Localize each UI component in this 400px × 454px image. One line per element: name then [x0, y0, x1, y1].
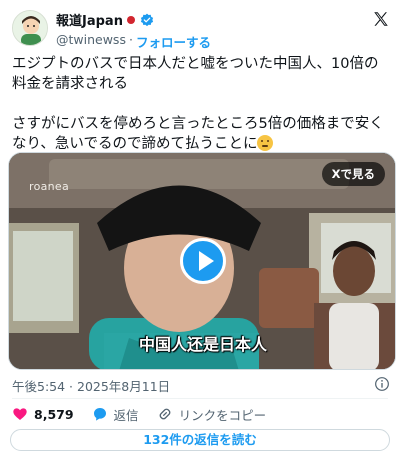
like-button[interactable]: 8,579 [12, 406, 74, 422]
reply-bubble-icon [93, 408, 106, 421]
copy-link-button[interactable]: リンクをコピー [157, 405, 267, 424]
read-replies-button[interactable]: 132件の返信を読む [10, 429, 390, 451]
play-button-icon[interactable] [180, 238, 226, 284]
tweet-actions: 8,579 返信 リンクをコピー [12, 404, 284, 424]
thinking-face-emoji-icon [257, 135, 274, 151]
reply-label: 返信 [113, 407, 139, 423]
author-block: 報道Japan @twinewss · フォローする [56, 10, 211, 51]
tweet-paragraph-2-text: さすがにバスを停めろと言ったところ5倍の価格まで安くなり、急いでるので諦めて払う… [12, 116, 384, 152]
handle-row: @twinewss · フォローする [56, 32, 211, 51]
handle[interactable]: @twinewss [56, 32, 126, 51]
tweet-text: エジプトのバスで日本人だと嘘をついた中国人、10倍の料金を請求される さすがにバ… [12, 54, 392, 154]
follow-button[interactable]: フォローする [136, 32, 211, 51]
like-count: 8,579 [34, 406, 74, 422]
x-logo-icon[interactable] [372, 10, 390, 28]
view-on-x-button[interactable]: Xで見る [321, 162, 385, 186]
video-subtitle: 中国人还是日本人 [139, 335, 268, 354]
display-name[interactable]: 報道Japan [56, 10, 123, 29]
avatar[interactable] [12, 10, 48, 46]
tweet-header: 報道Japan @twinewss · フォローする [8, 6, 392, 50]
reply-button[interactable]: 返信 [92, 405, 139, 424]
separator-dot: · [128, 32, 133, 47]
tweet-paragraph-1: エジプトのバスで日本人だと嘘をついた中国人、10倍の料金を請求される [12, 56, 379, 92]
avatar-image [13, 11, 47, 45]
info-icon[interactable] [374, 376, 390, 392]
japan-flag-icon [126, 15, 135, 24]
heart-icon [13, 408, 27, 420]
verified-badge-icon [140, 13, 154, 27]
link-icon [159, 408, 170, 420]
author-name-row: 報道Japan [56, 10, 211, 29]
tweet-paragraph-2: さすがにバスを停めろと言ったところ5倍の価格まで安くなり、急いでるので諦めて払う… [12, 114, 392, 154]
video-watermark: roanea [29, 180, 70, 193]
tweet-timestamp[interactable]: 午後5:54 · 2025年8月11日 [12, 376, 170, 395]
copy-link-label: リンクをコピー [178, 407, 267, 423]
video-player[interactable]: roanea Xで見る 中国人还是日本人 [8, 152, 396, 370]
divider [12, 398, 388, 399]
